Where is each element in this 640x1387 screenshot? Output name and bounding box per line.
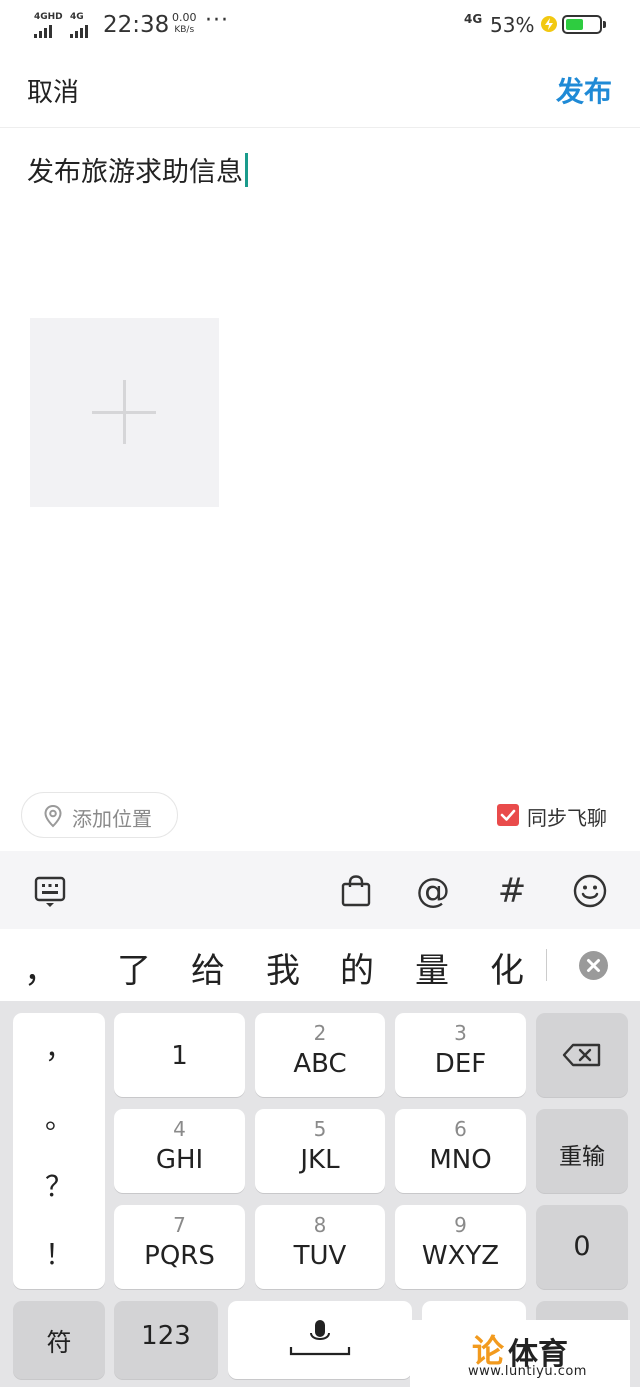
candidate-word[interactable]: ，: [24, 943, 58, 992]
punctuation-key[interactable]: ？: [13, 1165, 105, 1205]
punctuation-key[interactable]: 。: [13, 1097, 105, 1137]
status-time: 22:38: [103, 12, 170, 38]
key-letters: MNO: [429, 1145, 492, 1175]
text-caret: [245, 153, 248, 187]
publish-button[interactable]: 发布: [556, 70, 612, 110]
status-bar: 4GHD 4G 22:38 0.00 KB/s ··· 4G 53%: [0, 0, 640, 52]
key-letters: PQRS: [144, 1241, 215, 1271]
backspace-icon: [562, 1043, 601, 1067]
candidate-divider: [546, 949, 547, 981]
keyboard-toggle-icon[interactable]: [30, 871, 70, 911]
hashtag-icon[interactable]: #: [492, 871, 532, 911]
watermark-url: www.luntiyu.com: [468, 1364, 587, 1379]
numeric-label: 123: [141, 1321, 191, 1351]
location-pin-icon: [44, 804, 62, 828]
compose-text: 发布旅游求助信息: [27, 157, 243, 188]
candidate-word[interactable]: 给: [191, 943, 225, 992]
mention-icon[interactable]: @: [413, 871, 453, 911]
key-letters: GHI: [155, 1145, 204, 1175]
signal-label: 4GHD: [34, 12, 63, 22]
network-speed-value: 0.00: [172, 11, 197, 24]
candidate-bar: ， 了 给 我 的 量 化: [0, 929, 640, 1001]
punctuation-column[interactable]: ， 。 ？ ！: [13, 1013, 105, 1289]
key-2[interactable]: 2 ABC: [255, 1013, 385, 1097]
key-4[interactable]: 4 GHI: [114, 1109, 245, 1193]
key-letters: ABC: [293, 1049, 347, 1079]
cancel-button[interactable]: 取消: [27, 72, 79, 109]
add-photo-button[interactable]: [30, 318, 219, 507]
microphone-icon: [289, 1320, 351, 1356]
shopping-bag-icon[interactable]: [336, 871, 376, 911]
add-location-label: 添加位置: [72, 807, 152, 831]
sync-label: 同步飞聊: [527, 806, 607, 830]
key-number: 3: [454, 1021, 467, 1045]
key-letters: 1: [171, 1041, 188, 1071]
compose-input[interactable]: 发布旅游求助信息: [27, 150, 248, 189]
candidate-word[interactable]: 我: [266, 943, 300, 992]
key-number: 6: [454, 1117, 467, 1141]
key-letters: JKL: [300, 1145, 340, 1175]
add-location-button[interactable]: 添加位置: [21, 792, 178, 838]
key-9[interactable]: 9 WXYZ: [395, 1205, 526, 1289]
key-number: 9: [454, 1213, 467, 1237]
candidate-word[interactable]: 了: [117, 943, 151, 992]
battery-percentage: 53%: [490, 13, 535, 37]
key-number: 5: [313, 1117, 327, 1141]
punctuation-key[interactable]: ，: [13, 1027, 105, 1067]
signal-label: 4G: [70, 12, 84, 22]
compose-header: 取消 发布: [0, 52, 640, 128]
key-number: 2: [313, 1021, 327, 1045]
key-zero-label: 0: [573, 1231, 591, 1262]
backspace-key[interactable]: [536, 1013, 628, 1097]
candidate-word[interactable]: 的: [340, 943, 374, 992]
key-3[interactable]: 3 DEF: [395, 1013, 526, 1097]
network-type: 4G: [464, 12, 483, 26]
network-speed-unit: KB/s: [174, 25, 195, 35]
punctuation-key[interactable]: ！: [13, 1233, 105, 1273]
key-letters: WXYZ: [421, 1241, 500, 1271]
key-letters: TUV: [293, 1241, 347, 1271]
more-notifications-icon: ···: [205, 8, 229, 33]
numeric-key[interactable]: 123: [114, 1301, 218, 1379]
key-letters: DEF: [434, 1049, 487, 1079]
candidate-word[interactable]: 化: [490, 943, 524, 992]
emoji-icon[interactable]: [570, 871, 610, 911]
reenter-key[interactable]: 重输: [536, 1109, 628, 1193]
charging-icon: [541, 16, 557, 32]
network-speed: 0.00 KB/s: [172, 12, 197, 36]
key-0[interactable]: 0: [536, 1205, 628, 1289]
battery-icon: [562, 15, 606, 34]
key-1[interactable]: 1: [114, 1013, 245, 1097]
checkmark-icon: [500, 809, 516, 821]
clear-candidates-icon[interactable]: [579, 951, 608, 980]
symbol-label: 符: [46, 1328, 72, 1357]
key-8[interactable]: 8 TUV: [255, 1205, 385, 1289]
key-5[interactable]: 5 JKL: [255, 1109, 385, 1193]
space-voice-key[interactable]: [228, 1301, 412, 1379]
sync-checkbox[interactable]: [497, 804, 519, 826]
input-toolbar: @ #: [0, 851, 640, 929]
key-7[interactable]: 7 PQRS: [114, 1205, 245, 1289]
key-6[interactable]: 6 MNO: [395, 1109, 526, 1193]
key-number: 8: [313, 1213, 327, 1237]
key-number: 7: [173, 1213, 186, 1237]
candidate-word[interactable]: 量: [415, 943, 449, 992]
symbol-key[interactable]: 符: [13, 1301, 105, 1379]
key-number: 4: [173, 1117, 186, 1141]
battery-fill: [566, 19, 583, 30]
watermark: 论 体育 www.luntiyu.com: [410, 1320, 630, 1387]
reenter-label: 重输: [559, 1144, 605, 1170]
